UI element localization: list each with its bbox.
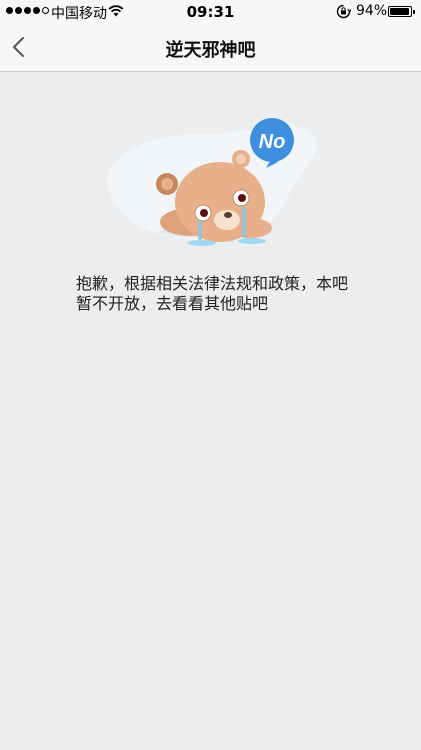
battery-icon [388,6,415,17]
navigation-bar: 逆天邪神吧 [0,24,421,72]
message-line-2: 暂不开放，去看看其他贴吧 [76,294,269,313]
battery-fill [390,8,409,15]
rotation-lock-icon [336,4,351,19]
status-bar: 中国移动 09:31 94% [0,0,421,24]
page-title: 逆天邪神吧 [165,40,256,61]
blocked-message: 抱歉，根据相关法律法规和政策，本吧 暂不开放，去看看其他贴吧 [76,274,356,314]
bubble-text: No [259,131,286,153]
crying-bear-illustration: No [107,118,317,246]
message-line-1: 抱歉，根据相关法律法规和政策，本吧 [76,274,349,293]
battery-percent: 94% [356,3,388,19]
